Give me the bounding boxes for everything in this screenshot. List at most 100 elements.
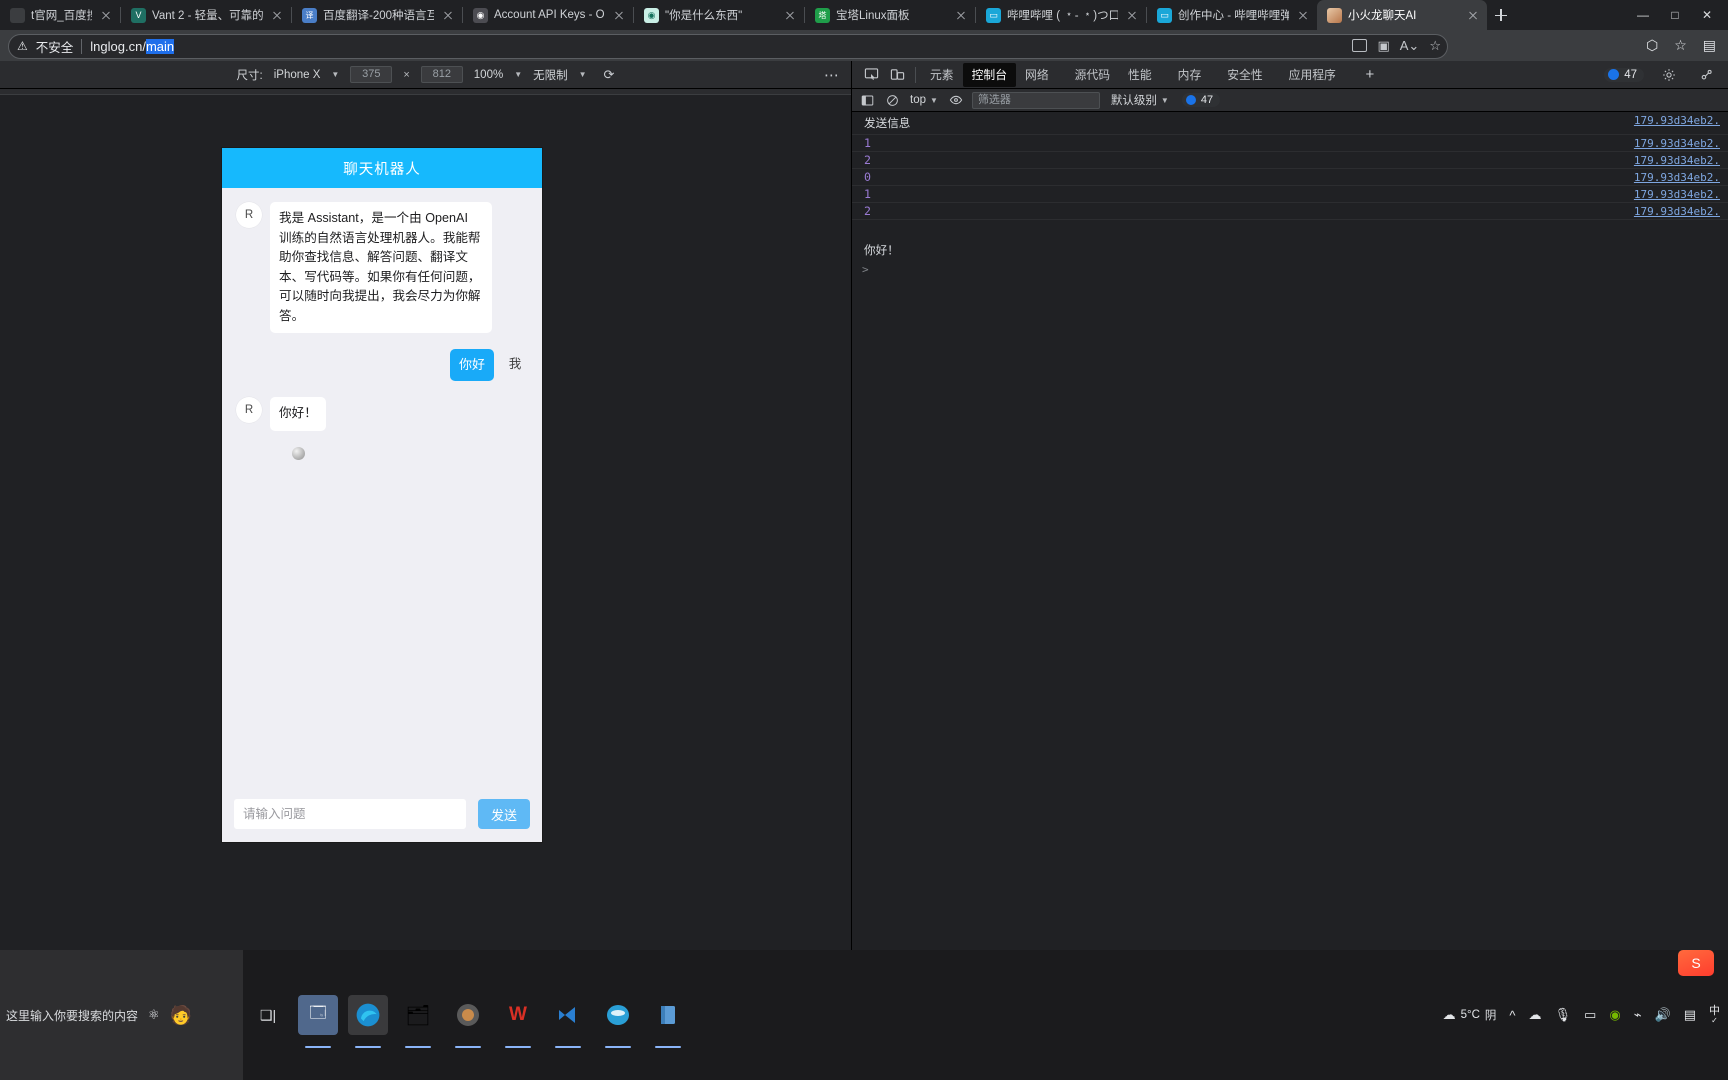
onedrive-icon[interactable]: ☁ <box>1529 1007 1542 1023</box>
notepad-icon[interactable] <box>648 995 688 1048</box>
file-explorer-icon[interactable]: 🗂 <box>398 995 438 1048</box>
close-icon[interactable] <box>1124 7 1140 23</box>
rotate-icon[interactable]: ⟳ <box>604 67 615 83</box>
console-row[interactable]: 1 179.93d34eb2. <box>852 135 1728 152</box>
dock-side-icon[interactable] <box>1694 63 1720 87</box>
zoom-level[interactable]: 100% <box>474 69 503 81</box>
browser-tab[interactable]: 译 百度翻译-200种语言互译 <box>292 0 462 30</box>
edge-icon[interactable] <box>348 995 388 1048</box>
browser-tab[interactable]: V Vant 2 - 轻量、可靠的移动 <box>121 0 291 30</box>
network-icon[interactable]: ⌁ <box>1634 1007 1642 1023</box>
send-button[interactable]: 发送 <box>478 799 530 829</box>
show-hidden-icons-icon[interactable]: ^ <box>1509 1008 1515 1023</box>
execution-context-select[interactable]: top ▼ <box>908 94 940 106</box>
browser-tab-active[interactable]: 小火龙聊天AI <box>1317 0 1487 30</box>
tab-security[interactable]: 安全性 <box>1218 63 1271 87</box>
console-row[interactable]: 2 179.93d34eb2. <box>852 152 1728 169</box>
console-row[interactable]: 0 179.93d34eb2. <box>852 169 1728 186</box>
hbuilder-icon[interactable] <box>448 995 488 1048</box>
browser-tab[interactable]: ◉ "你是什么东西" <box>634 0 804 30</box>
tab-elements[interactable]: 元素 <box>921 63 963 87</box>
console-sidebar-icon[interactable] <box>858 91 876 109</box>
address-bar[interactable]: ⚠ 不安全 lnglog.cn/main ▣ A⌄ ☆ <box>8 33 1448 59</box>
browser-tab[interactable]: 塔 宝塔Linux面板 <box>805 0 975 30</box>
tab-sources[interactable]: 源代码 <box>1066 63 1119 87</box>
close-icon[interactable] <box>611 7 627 23</box>
message-count-badge[interactable]: 47 <box>1604 67 1644 82</box>
console-source-link[interactable]: 179.93d34eb2. <box>1634 114 1720 127</box>
wps-icon[interactable]: W <box>498 995 538 1048</box>
split-screen-icon[interactable]: ▣ <box>1377 38 1389 54</box>
console-source-link[interactable]: 179.93d34eb2. <box>1634 205 1720 218</box>
store-icon[interactable]: 🗔 <box>298 995 338 1048</box>
read-aloud-icon[interactable]: A⌄ <box>1400 38 1420 54</box>
close-icon[interactable] <box>953 7 969 23</box>
throttling-label[interactable]: 无限制 <box>533 67 568 83</box>
toggle-device-toolbar-icon[interactable] <box>884 63 910 87</box>
chevron-down-icon[interactable]: ▼ <box>331 70 339 79</box>
maximize-button[interactable]: □ <box>1660 8 1690 22</box>
more-options-icon[interactable]: ⋯ <box>824 66 841 84</box>
ime-indicator[interactable]: 中 ✓ <box>1709 1004 1720 1026</box>
device-width-input[interactable]: 375 <box>350 66 393 83</box>
console-filter-input[interactable] <box>971 91 1100 109</box>
person-widget-icon[interactable]: 🧑 <box>170 1005 192 1026</box>
console-prompt[interactable]: > <box>852 261 1728 278</box>
console-source-link[interactable]: 179.93d34eb2. <box>1634 154 1720 167</box>
console-row[interactable]: 2 179.93d34eb2. <box>852 203 1728 220</box>
close-icon[interactable] <box>98 7 114 23</box>
vscode-icon[interactable] <box>548 995 588 1048</box>
close-icon[interactable] <box>269 7 285 23</box>
mic-icon[interactable]: 🎙 <box>1555 1007 1572 1023</box>
close-icon[interactable] <box>1295 7 1311 23</box>
live-expression-icon[interactable] <box>947 91 965 109</box>
tab-memory[interactable]: 内存 <box>1169 63 1211 87</box>
minimize-button[interactable]: — <box>1628 8 1658 22</box>
browser-tab[interactable]: ▭ 哔哩哔哩 ( ﹡- ﹡)つ口 干杯 <box>976 0 1146 30</box>
device-name[interactable]: iPhone X <box>274 69 321 81</box>
favorite-star-icon[interactable]: ☆ <box>1429 38 1441 54</box>
taskbar-search-box[interactable]: 这里输入你要搜索的内容 ⚛ 🧑 <box>0 950 243 1080</box>
tab-application[interactable]: 应用程序 <box>1280 63 1345 87</box>
tab-performance[interactable]: 性能 <box>1119 63 1161 87</box>
console-source-link[interactable]: 179.93d34eb2. <box>1634 188 1720 201</box>
console-row[interactable]: 你好！ <box>852 239 1728 261</box>
inspect-element-icon[interactable] <box>858 63 884 87</box>
favorites-icon[interactable]: ☆ <box>1674 37 1687 54</box>
notification-icon[interactable]: ▤ <box>1684 1007 1696 1023</box>
console-log-list[interactable]: 发送信息 179.93d34eb2. 1 179.93d34eb2. 2 179… <box>852 112 1728 950</box>
console-source-link[interactable]: 179.93d34eb2. <box>1634 137 1720 150</box>
chat-message-list[interactable]: R 我是 Assistant，是一个由 OpenAI 训练的自然语言处理机器人。… <box>222 188 542 786</box>
close-icon[interactable] <box>782 7 798 23</box>
console-source-link[interactable]: 179.93d34eb2. <box>1634 171 1720 184</box>
device-height-input[interactable]: 812 <box>420 66 463 83</box>
browser-tab[interactable]: t官网_百度搜索 <box>0 0 120 30</box>
task-view-icon[interactable]: ❑| <box>248 995 288 1035</box>
chat-input[interactable] <box>234 799 466 829</box>
gear-icon[interactable] <box>1656 63 1682 87</box>
browser-tab[interactable]: ▭ 创作中心 - 哔哩哔哩弹幕视 <box>1147 0 1317 30</box>
extensions-icon[interactable]: ⬡ <box>1646 37 1658 54</box>
tab-network[interactable]: 网络 <box>1016 63 1058 87</box>
chevron-down-icon[interactable]: ▼ <box>579 70 587 79</box>
cast-icon[interactable] <box>1352 39 1368 52</box>
navicat-icon[interactable] <box>598 995 638 1048</box>
collections-icon[interactable]: ▤ <box>1703 37 1716 54</box>
close-icon[interactable] <box>1465 7 1481 23</box>
add-panel-button[interactable]: + <box>1357 63 1383 87</box>
chevron-down-icon[interactable]: ▼ <box>514 70 522 79</box>
clear-console-icon[interactable] <box>883 91 901 109</box>
browser-tab[interactable]: ◉ Account API Keys - OpenAI <box>463 0 633 30</box>
nvidia-icon[interactable]: ◉ <box>1609 1007 1620 1023</box>
close-icon[interactable] <box>440 7 456 23</box>
volume-icon[interactable]: 🔊 <box>1655 1007 1671 1023</box>
close-window-button[interactable]: ✕ <box>1692 8 1722 22</box>
tab-console[interactable]: 控制台 <box>962 62 1017 87</box>
new-tab-button[interactable] <box>1487 1 1515 29</box>
sogou-ime-icon[interactable]: S <box>1678 950 1714 976</box>
filter-count-badge[interactable]: 47 <box>1181 93 1221 107</box>
console-row[interactable]: 发送信息 179.93d34eb2. <box>852 112 1728 135</box>
atom-widget-icon[interactable]: ⚛ <box>148 1007 160 1023</box>
battery-icon[interactable]: ▭ <box>1584 1007 1596 1023</box>
weather-widget[interactable]: ☁ 5°C 阴 <box>1443 1007 1497 1023</box>
